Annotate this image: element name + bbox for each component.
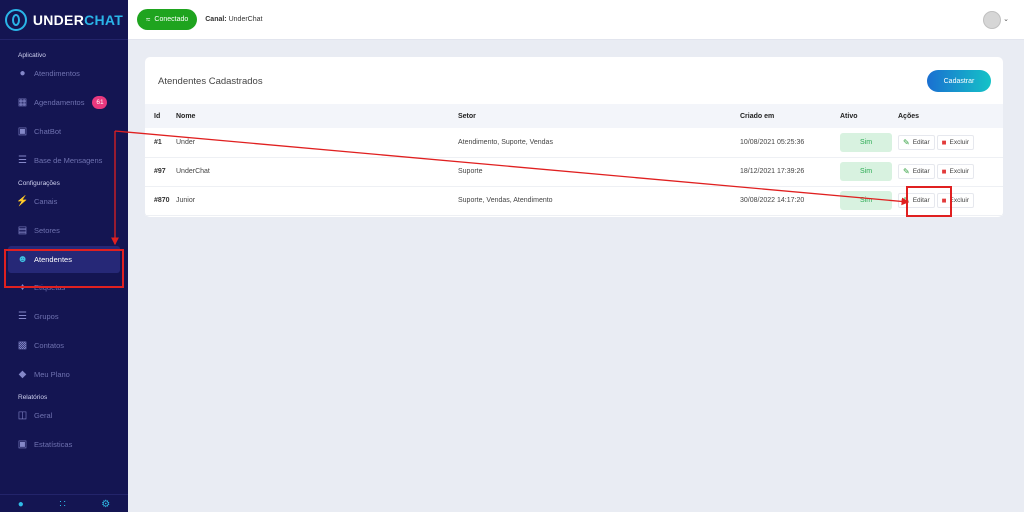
- sidebar-item-label: Setores: [34, 225, 60, 235]
- section-title-relatorios: Relatórios: [18, 394, 48, 401]
- sidebar-item-label: Atendimentos: [34, 68, 80, 78]
- user-icon[interactable]: ●: [18, 499, 24, 510]
- clipboard-icon: ▣: [17, 438, 28, 450]
- table-row: #870 Junior Suporte, Vendas, Atendimento…: [145, 186, 1003, 215]
- topbar: ≈ Conectado Canal: UnderChat ⌄: [128, 0, 1024, 40]
- annotation-highlight-editar: [906, 186, 952, 217]
- sidebar-item-canais[interactable]: ⚡ Canais: [8, 190, 120, 212]
- sidebar-item-chatbot[interactable]: ▣ ChatBot: [8, 120, 120, 142]
- cell-criado-em: 30/08/2022 14:17:20: [740, 197, 805, 204]
- layers-icon: ☰: [18, 310, 27, 322]
- column-header-id: Id: [154, 112, 161, 120]
- table-row: #97 UnderChat Suporte 18/12/2021 17:39:2…: [145, 157, 1003, 186]
- connection-status-button[interactable]: ≈ Conectado: [137, 9, 198, 30]
- cell-criado-em: 18/12/2021 17:39:26: [740, 168, 805, 175]
- chat-icon: ●: [19, 67, 26, 79]
- brand-logo[interactable]: UNDERCHAT: [0, 0, 128, 40]
- robot-icon: ▣: [17, 125, 28, 137]
- cell-setor: Suporte: [458, 168, 483, 175]
- user-avatar[interactable]: [983, 11, 1001, 29]
- table-header-row: Id Nome Setor Criado em Ativo Ações: [145, 104, 1003, 128]
- calendar-icon: ▦: [17, 96, 28, 108]
- ativo-badge: Sim: [840, 191, 892, 210]
- cell-nome: Under: [176, 138, 196, 146]
- column-header-setor: Setor: [458, 112, 476, 120]
- sidebar-item-estatisticas[interactable]: ▣ Estatísticas: [8, 433, 120, 455]
- brand-part1: UNDER: [32, 11, 85, 28]
- column-header-acoes: Ações: [898, 112, 920, 120]
- sidebar-item-label: Geral: [34, 410, 53, 420]
- sidebar-item-label: Contatos: [34, 340, 65, 350]
- sidebar-item-base-de-mensagens[interactable]: ☰ Base de Mensagens: [8, 149, 120, 171]
- column-header-nome: Nome: [176, 112, 196, 120]
- column-header-ativo: Ativo: [840, 112, 858, 120]
- sidebar-item-label: Meu Plano: [34, 369, 70, 379]
- plug-icon: ⚡: [16, 195, 29, 207]
- sidebar-item-setores[interactable]: ▤ Setores: [8, 219, 120, 241]
- column-header-criado-em: Criado em: [740, 112, 775, 120]
- table-row: #1 Under Atendimento, Suporte, Vendas 10…: [145, 128, 1003, 157]
- delete-button[interactable]: ■ Excluir: [936, 164, 974, 179]
- edit-button[interactable]: ✎ Editar: [898, 134, 935, 150]
- sidebar-item-label: Agendamentos: [34, 97, 85, 107]
- brand-part2: CHAT: [84, 11, 124, 28]
- sidebar-item-label: Canais: [34, 196, 58, 206]
- atendentes-card: Atendentes Cadastrados Cadastrar Id Nome…: [145, 57, 1003, 217]
- sidebar-item-label: ChatBot: [34, 126, 62, 136]
- sidebar-item-geral[interactable]: ◫ Geral: [8, 404, 120, 426]
- server-icon: ▤: [17, 224, 28, 236]
- cell-id: #97: [154, 168, 166, 175]
- ativo-badge: Sim: [840, 132, 892, 152]
- ativo-badge: Sim: [840, 162, 892, 181]
- contact-card-icon: ▩: [17, 339, 28, 351]
- sidebar-item-label: Base de Mensagens: [34, 155, 103, 165]
- atendentes-table: Id Nome Setor Criado em Ativo Ações #1 U…: [145, 104, 1003, 216]
- sidebar-item-grupos[interactable]: ☰ Grupos: [8, 305, 120, 327]
- channel-indicator: Canal: UnderChat: [205, 16, 262, 23]
- sidebar-item-agendamentos[interactable]: ▦ Agendamentos 61: [8, 91, 120, 113]
- connection-status-label: Conectado: [154, 16, 189, 23]
- trash-icon: ■: [941, 167, 947, 176]
- edit-icon: ✎: [903, 167, 910, 176]
- logo-icon: [4, 8, 27, 31]
- gears-icon[interactable]: ⚙: [101, 499, 110, 510]
- annotation-highlight-atendentes: [4, 249, 124, 288]
- agendamentos-count-badge: 61: [92, 95, 108, 109]
- delete-button[interactable]: ■ Excluir: [936, 134, 974, 150]
- cadastrar-button[interactable]: Cadastrar: [927, 70, 991, 92]
- edit-icon: ✎: [903, 137, 910, 147]
- sidebar-item-meu-plano[interactable]: ◆ Meu Plano: [8, 363, 120, 385]
- cell-id: #870: [154, 197, 170, 204]
- sidebar-item-label: Grupos: [34, 311, 59, 321]
- chevron-down-icon[interactable]: ⌄: [1003, 15, 1009, 23]
- sidebar-item-label: Estatísticas: [34, 439, 73, 449]
- users-icon[interactable]: ∷: [59, 499, 65, 510]
- presentation-icon: ◫: [17, 409, 28, 421]
- edit-button[interactable]: ✎ Editar: [898, 164, 935, 179]
- sidebar-footer: ● ∷ ⚙: [0, 494, 128, 512]
- cell-nome: UnderChat: [176, 168, 210, 175]
- cell-setor: Suporte, Vendas, Atendimento: [458, 197, 553, 204]
- cell-id: #1: [154, 138, 162, 146]
- channel-name: UnderChat: [228, 16, 263, 23]
- page-title: Atendentes Cadastrados: [158, 76, 263, 87]
- channel-prefix: Canal:: [205, 16, 227, 23]
- cell-criado-em: 10/08/2021 05:25:36: [740, 138, 805, 146]
- trash-icon: ■: [941, 137, 947, 147]
- cell-nome: Junior: [176, 197, 196, 204]
- tag-icon: ◆: [18, 368, 27, 380]
- section-title-aplicativo: Aplicativo: [18, 52, 46, 59]
- sidebar-item-contatos[interactable]: ▩ Contatos: [8, 334, 120, 356]
- wifi-icon: ≈: [146, 15, 151, 24]
- database-icon: ☰: [18, 154, 27, 166]
- sidebar-item-atendimentos[interactable]: ● Atendimentos: [8, 62, 120, 84]
- section-title-configuracoes: Configurações: [18, 180, 60, 187]
- cell-setor: Atendimento, Suporte, Vendas: [458, 138, 553, 146]
